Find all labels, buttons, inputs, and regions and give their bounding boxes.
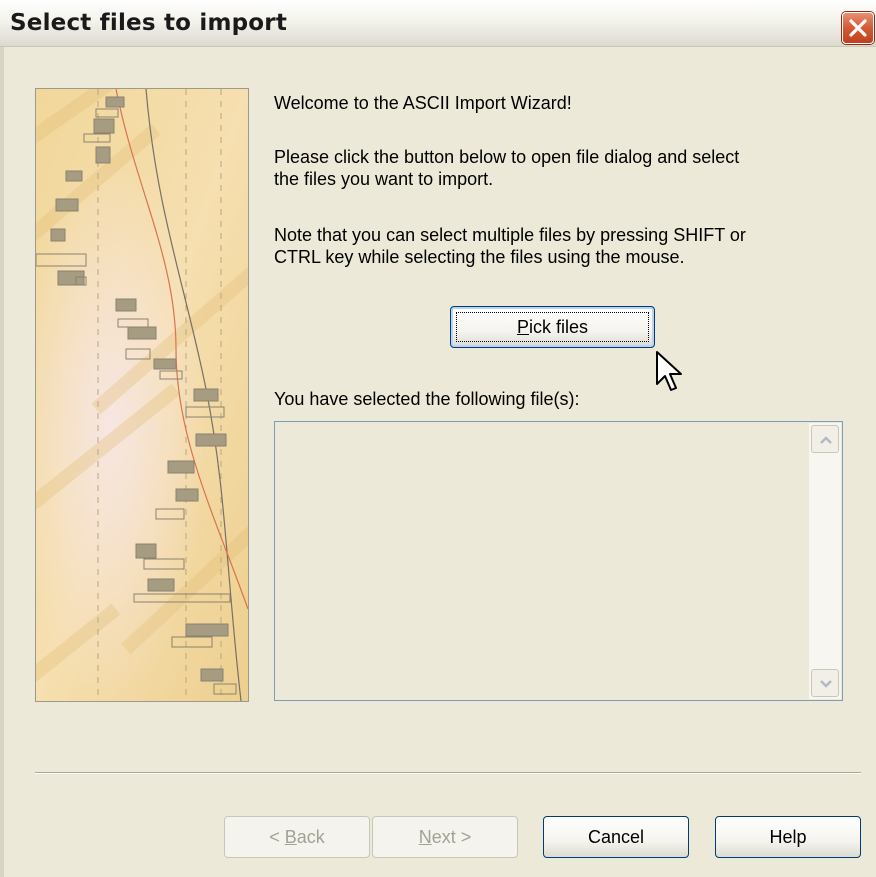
- focus-rectangle: [456, 312, 649, 342]
- selected-files-label: You have selected the following file(s):: [274, 389, 580, 409]
- scroll-down-button[interactable]: [811, 669, 839, 697]
- wizard-banner-image: [35, 88, 249, 702]
- note-line-2: CTRL key while selecting the files using…: [274, 247, 685, 267]
- mouse-pointer-icon: [656, 351, 682, 391]
- instruction-line-1: Please click the button below to open fi…: [274, 147, 740, 167]
- title-bar: Select files to import: [0, 0, 876, 47]
- close-button[interactable]: [842, 12, 874, 44]
- footer-separator: [35, 772, 861, 774]
- back-accelerator: B: [284, 827, 297, 847]
- note-line-1: Note that you can select multiple files …: [274, 225, 746, 245]
- chevron-up-icon: [820, 436, 832, 444]
- selected-files-list[interactable]: [274, 421, 843, 701]
- next-accelerator: N: [418, 827, 432, 847]
- back-prefix: <: [269, 827, 285, 847]
- scroll-up-button[interactable]: [811, 425, 839, 453]
- welcome-heading: Welcome to the ASCII Import Wizard!: [274, 93, 572, 113]
- dialog-title: Select files to import: [10, 10, 288, 36]
- help-button[interactable]: Help: [715, 816, 861, 858]
- close-x-icon: [849, 19, 867, 37]
- cancel-button[interactable]: Cancel: [543, 816, 689, 858]
- next-label: ext >: [431, 827, 472, 847]
- back-label: ack: [296, 827, 325, 847]
- back-button[interactable]: < Back: [224, 816, 370, 858]
- instruction-line-2: the files you want to import.: [274, 169, 494, 189]
- pick-files-button[interactable]: Pick files: [450, 306, 655, 348]
- chevron-down-icon: [820, 680, 832, 688]
- next-button[interactable]: Next >: [372, 816, 518, 858]
- window-border: [0, 47, 4, 877]
- vertical-scrollbar[interactable]: [809, 423, 841, 699]
